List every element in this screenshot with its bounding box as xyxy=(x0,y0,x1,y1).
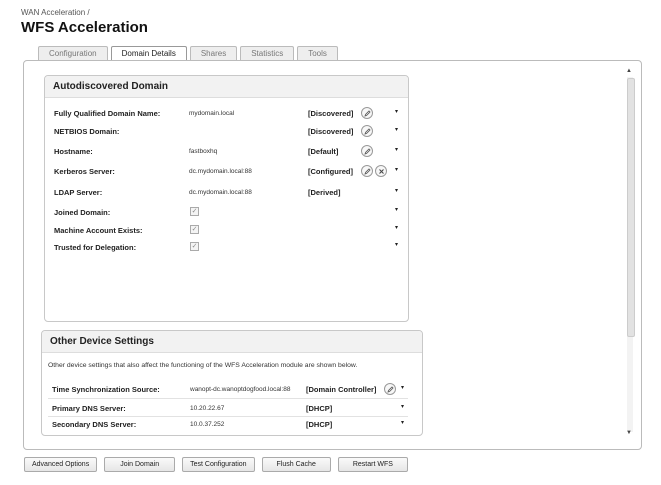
row-divider xyxy=(48,398,408,399)
advanced-options-button[interactable]: Advanced Options xyxy=(24,457,98,472)
test-configuration-button[interactable]: Test Configuration xyxy=(182,457,255,472)
hostname-status: [Default] xyxy=(308,147,339,156)
machine-account-label: Machine Account Exists: xyxy=(54,226,143,235)
close-icon[interactable] xyxy=(375,165,387,177)
tab-statistics[interactable]: Statistics xyxy=(240,46,295,60)
fqdn-value: mydomain.local xyxy=(189,110,235,117)
caret-icon[interactable]: ▾ xyxy=(395,224,398,231)
tab-configuration[interactable]: Configuration xyxy=(38,46,108,60)
scroll-up-icon[interactable]: ▲ xyxy=(626,68,632,74)
tab-domain-details[interactable]: Domain Details xyxy=(110,46,187,61)
scroll-down-icon[interactable]: ▼ xyxy=(626,430,632,436)
row-divider xyxy=(48,416,408,417)
pencil-icon[interactable] xyxy=(361,165,373,177)
panel-title: Other Device Settings xyxy=(42,331,422,353)
pencil-icon[interactable] xyxy=(361,107,373,119)
tab-bar: Configuration Domain Details Shares Stat… xyxy=(38,46,338,61)
vertical-scrollbar[interactable]: ▲ ▼ xyxy=(625,66,635,440)
kerberos-value: dc.mydomain.local:88 xyxy=(189,168,252,175)
caret-icon[interactable]: ▾ xyxy=(395,146,398,153)
primary-dns-status: [DHCP] xyxy=(306,404,333,413)
hostname-label: Hostname: xyxy=(54,147,93,156)
machine-account-checkbox: ✓ xyxy=(190,225,199,234)
primary-dns-value: 10.20.22.67 xyxy=(190,405,225,412)
join-domain-button[interactable]: Join Domain xyxy=(104,457,176,472)
pencil-icon[interactable] xyxy=(361,145,373,157)
trusted-delegation-checkbox: ✓ xyxy=(190,242,199,251)
kerberos-label: Kerberos Server: xyxy=(54,167,115,176)
hostname-value: fastboxhq xyxy=(189,148,218,155)
secondary-dns-status: [DHCP] xyxy=(306,420,333,429)
secondary-dns-value: 10.0.37.252 xyxy=(190,421,225,428)
time-sync-value: wanopt-dc.wanoptdogfood.local:88 xyxy=(190,386,291,393)
secondary-dns-label: Secondary DNS Server: xyxy=(52,420,137,429)
page-title: WFS Acceleration xyxy=(21,19,148,36)
scroll-thumb[interactable] xyxy=(627,78,635,337)
netbios-label: NETBIOS Domain: xyxy=(54,127,120,136)
caret-icon[interactable]: ▾ xyxy=(395,187,398,194)
other-device-settings-panel: Other Device Settings Other device setti… xyxy=(41,330,423,436)
pencil-icon[interactable] xyxy=(361,125,373,137)
restart-wfs-button[interactable]: Restart WFS xyxy=(337,457,408,472)
tab-shares[interactable]: Shares xyxy=(189,46,238,60)
caret-icon[interactable]: ▾ xyxy=(395,126,398,133)
caret-icon[interactable]: ▾ xyxy=(395,241,398,248)
action-button-bar: Advanced Options Join Domain Test Config… xyxy=(24,457,408,472)
fqdn-status: [Discovered] xyxy=(308,109,354,118)
joined-domain-checkbox: ✓ xyxy=(190,207,199,216)
trusted-delegation-label: Trusted for Delegation: xyxy=(54,243,137,252)
pencil-icon[interactable] xyxy=(384,383,396,395)
autodiscovered-domain-panel: Autodiscovered Domain Fully Qualified Do… xyxy=(44,75,409,322)
panel-description: Other device settings that also affect t… xyxy=(48,362,358,369)
time-sync-label: Time Synchronization Source: xyxy=(52,385,160,394)
primary-dns-label: Primary DNS Server: xyxy=(52,404,126,413)
ldap-status: [Derived] xyxy=(308,188,341,197)
panel-title: Autodiscovered Domain xyxy=(45,76,408,98)
flush-cache-button[interactable]: Flush Cache xyxy=(261,457,331,472)
ldap-label: LDAP Server: xyxy=(54,188,103,197)
time-sync-status: [Domain Controller] xyxy=(306,385,377,394)
caret-icon[interactable]: ▾ xyxy=(395,206,398,213)
caret-icon[interactable]: ▾ xyxy=(395,108,398,115)
tab-tools[interactable]: Tools xyxy=(297,46,338,60)
netbios-status: [Discovered] xyxy=(308,127,354,136)
caret-icon[interactable]: ▾ xyxy=(395,166,398,173)
fqdn-label: Fully Qualified Domain Name: xyxy=(54,109,161,118)
joined-domain-label: Joined Domain: xyxy=(54,208,111,217)
caret-icon[interactable]: ▾ xyxy=(401,384,404,391)
breadcrumb[interactable]: WAN Acceleration / xyxy=(21,8,90,17)
caret-icon[interactable]: ▾ xyxy=(401,419,404,426)
kerberos-status: [Configured] xyxy=(308,167,353,176)
ldap-value: dc.mydomain.local:88 xyxy=(189,189,252,196)
caret-icon[interactable]: ▾ xyxy=(401,403,404,410)
